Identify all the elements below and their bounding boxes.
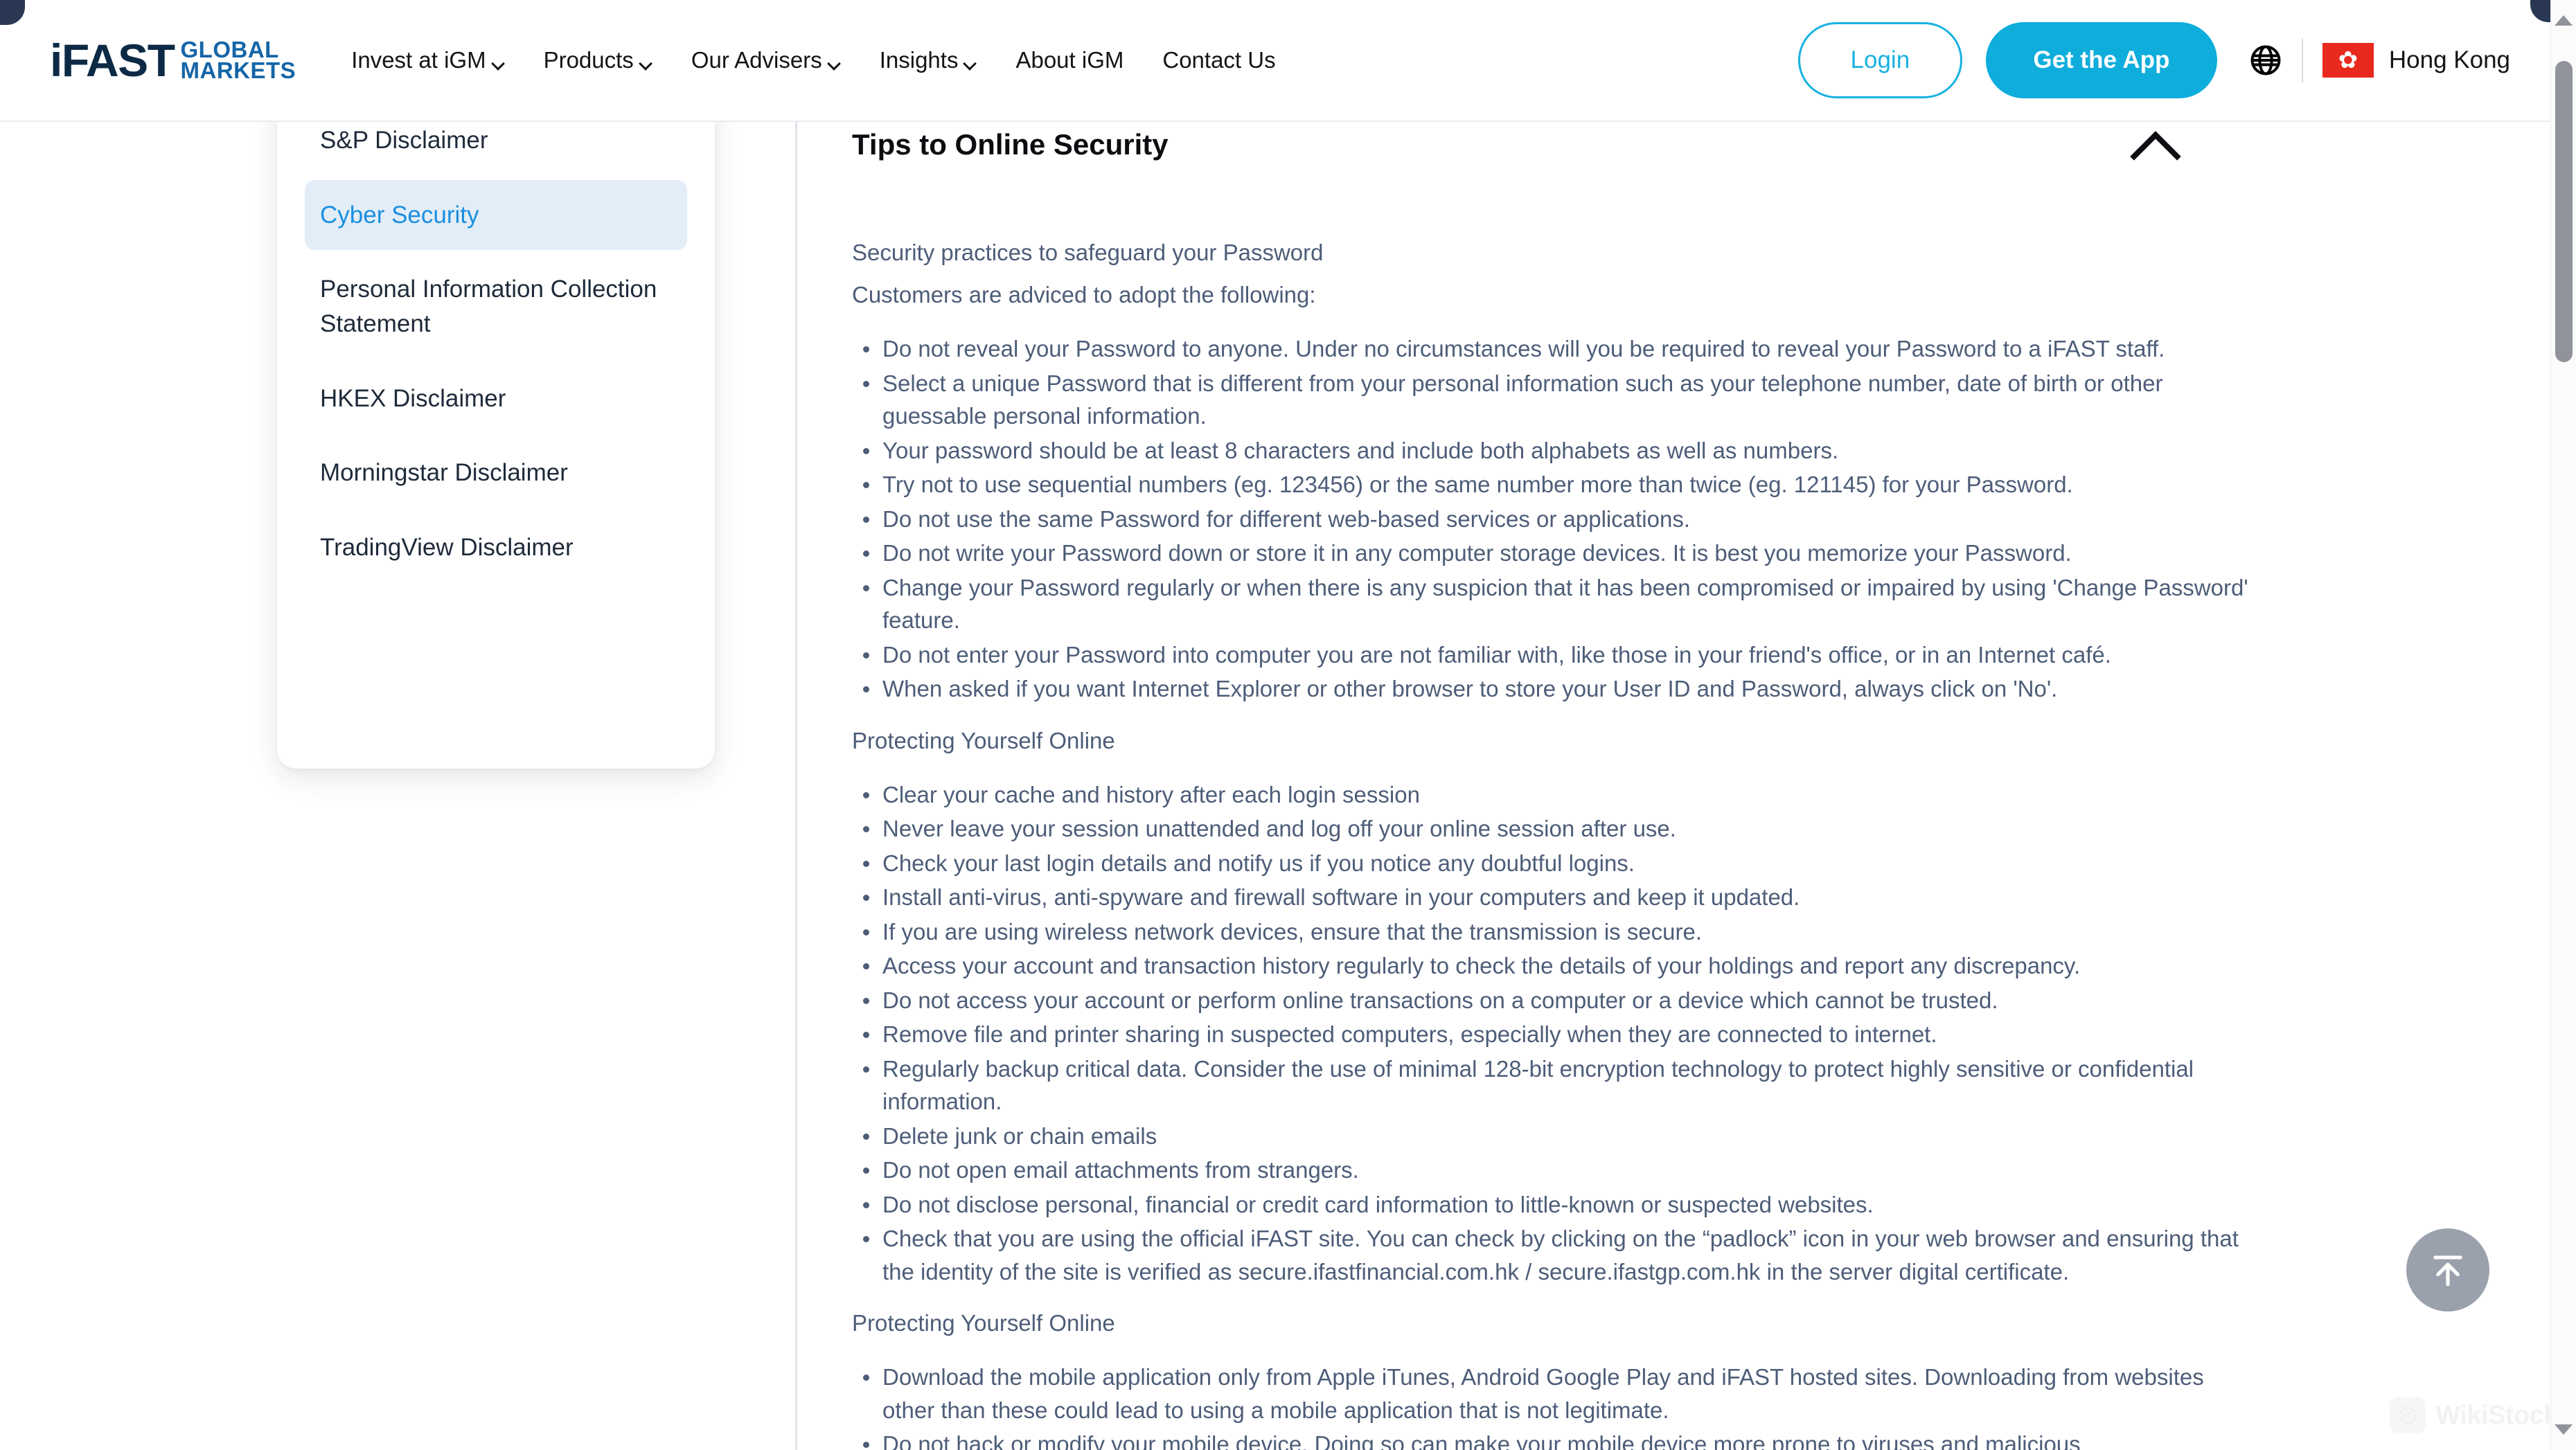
list-item: Never leave your session unattended and … — [852, 812, 2257, 845]
online-tips-list: Clear your cache and history after each … — [852, 778, 2257, 1289]
accordion-body: Security practices to safeguard your Pas… — [795, 162, 2257, 1450]
list-item: Do not access your account or perform on… — [852, 984, 2257, 1017]
page-scrollbar[interactable] — [2550, 0, 2576, 1450]
region-label: Hong Kong — [2388, 46, 2510, 73]
chevron-down-icon — [965, 59, 977, 66]
scrollbar-arrow-down-icon[interactable] — [2555, 1424, 2573, 1435]
list-item: When asked if you want Internet Explorer… — [852, 672, 2257, 706]
mobile-tips-list: Download the mobile application only fro… — [852, 1361, 2257, 1450]
list-item: Change your Password regularly or when t… — [852, 571, 2257, 637]
sidebar-item-cyber-security[interactable]: Cyber Security — [305, 179, 687, 251]
chevron-down-icon — [493, 59, 505, 66]
header-divider — [2301, 38, 2303, 82]
wikistock-logo-icon — [2390, 1397, 2426, 1433]
list-item: Remove file and printer sharing in suspe… — [852, 1018, 2257, 1051]
list-item: Do not disclose personal, financial or c… — [852, 1188, 2257, 1221]
list-item: Access your account and transaction hist… — [852, 949, 2257, 983]
sidebar-item-hkex-disclaimer[interactable]: HKEX Disclaimer — [305, 364, 687, 434]
wikistock-watermark-text: WikiStock — [2435, 1400, 2558, 1430]
nav-label: Our Advisers — [691, 47, 822, 73]
list-item: Select a unique Password that is differe… — [852, 367, 2257, 433]
legal-sidebar-card: Privacy Policy S&P Disclaimer Cyber Secu… — [277, 83, 715, 769]
nav-label: Contact Us — [1162, 47, 1276, 73]
nav-label: About iGM — [1015, 47, 1124, 73]
login-button[interactable]: Login — [1797, 22, 1962, 98]
nav-item-about-igm[interactable]: About iGM — [996, 47, 1143, 73]
sidebar-item-tradingview-disclaimer[interactable]: TradingView Disclaimer — [305, 512, 687, 583]
list-item: Delete junk or chain emails — [852, 1120, 2257, 1153]
nav-item-contact-us[interactable]: Contact Us — [1143, 47, 1295, 73]
intro-paragraph-2: Customers are adviced to adopt the follo… — [852, 282, 1316, 308]
scrollbar-arrow-up-icon[interactable] — [2555, 15, 2573, 26]
page-title: Tips to Online Security — [852, 128, 1169, 161]
bauhinia-glyph: ✿ — [2338, 47, 2359, 73]
list-item: Do not use the same Password for differe… — [852, 503, 2257, 536]
sidebar-item-personal-information-collection-statement[interactable]: Personal Information Collection Statemen… — [305, 254, 687, 359]
nav-item-products[interactable]: Products — [524, 47, 672, 73]
site-logo[interactable]: iFAST GLOBAL MARKETS — [50, 37, 296, 83]
sidebar-list: Privacy Policy S&P Disclaimer Cyber Secu… — [277, 83, 715, 583]
logo-ifast-text: iFAST — [50, 35, 175, 86]
list-item: If you are using wireless network device… — [852, 915, 2257, 949]
main-navigation: Invest at iGM Products Our Advisers Insi… — [332, 47, 1295, 73]
nav-item-our-advisers[interactable]: Our Advisers — [672, 47, 860, 73]
list-item: Regularly backup critical data. Consider… — [852, 1053, 2257, 1118]
wikistock-watermark: WikiStock — [2390, 1397, 2558, 1433]
site-header: iFAST GLOBAL MARKETS Invest at iGM Produ… — [0, 0, 2550, 122]
globe-icon[interactable] — [2248, 42, 2284, 78]
list-item: Do not reveal your Password to anyone. U… — [852, 332, 2257, 366]
logo-markets-text: MARKETS — [180, 57, 296, 83]
password-tips-list: Do not reveal your Password to anyone. U… — [852, 332, 2257, 706]
nav-item-invest-at-igm[interactable]: Invest at iGM — [332, 47, 524, 73]
list-item: Do not enter your Password into computer… — [852, 638, 2257, 672]
list-item: Try not to use sequential numbers (eg. 1… — [852, 468, 2257, 501]
main-content: Tips to Online Security Security practic… — [795, 90, 2527, 1450]
list-item: Do not write your Password down or store… — [852, 537, 2257, 570]
header-actions: Login Get the App ✿ Hong Kong — [1797, 22, 2510, 98]
region-selector[interactable]: ✿ Hong Kong — [2322, 43, 2510, 78]
hong-kong-flag-icon: ✿ — [2322, 43, 2374, 78]
list-item: Clear your cache and history after each … — [852, 778, 2257, 812]
list-item: Do not hack or modify your mobile device… — [852, 1428, 2257, 1450]
nav-label: Insights — [879, 47, 959, 73]
sidebar-item-morningstar-disclaimer[interactable]: Morningstar Disclaimer — [305, 438, 687, 508]
list-item: Download the mobile application only fro… — [852, 1361, 2257, 1426]
intro-paragraph-1: Security practices to safeguard your Pas… — [852, 240, 1324, 266]
nav-label: Invest at iGM — [351, 47, 486, 73]
logo-global-markets: GLOBAL MARKETS — [180, 37, 296, 83]
list-item: Do not open email attachments from stran… — [852, 1154, 2257, 1187]
list-item: Check your last login details and notify… — [852, 847, 2257, 880]
nav-item-insights[interactable]: Insights — [860, 47, 997, 73]
chevron-up-icon[interactable] — [2129, 127, 2180, 162]
chevron-down-icon — [641, 59, 652, 66]
scrollbar-thumb[interactable] — [2555, 61, 2573, 362]
chevron-down-icon — [829, 59, 841, 66]
section-heading-protecting-yourself-online-1: Protecting Yourself Online — [852, 727, 1115, 753]
section-heading-protecting-yourself-online-2: Protecting Yourself Online — [852, 1310, 1115, 1336]
page-root: iFAST GLOBAL MARKETS Invest at iGM Produ… — [0, 0, 2576, 1450]
nav-label: Products — [543, 47, 634, 73]
scroll-to-top-button[interactable] — [2406, 1228, 2489, 1312]
arrow-up-to-line-icon — [2433, 1255, 2462, 1287]
get-the-app-button[interactable]: Get the App — [1985, 22, 2217, 98]
list-item: Install anti-virus, anti-spyware and fir… — [852, 881, 2257, 914]
list-item: Check that you are using the official iF… — [852, 1222, 2257, 1288]
list-item: Your password should be at least 8 chara… — [852, 434, 2257, 467]
